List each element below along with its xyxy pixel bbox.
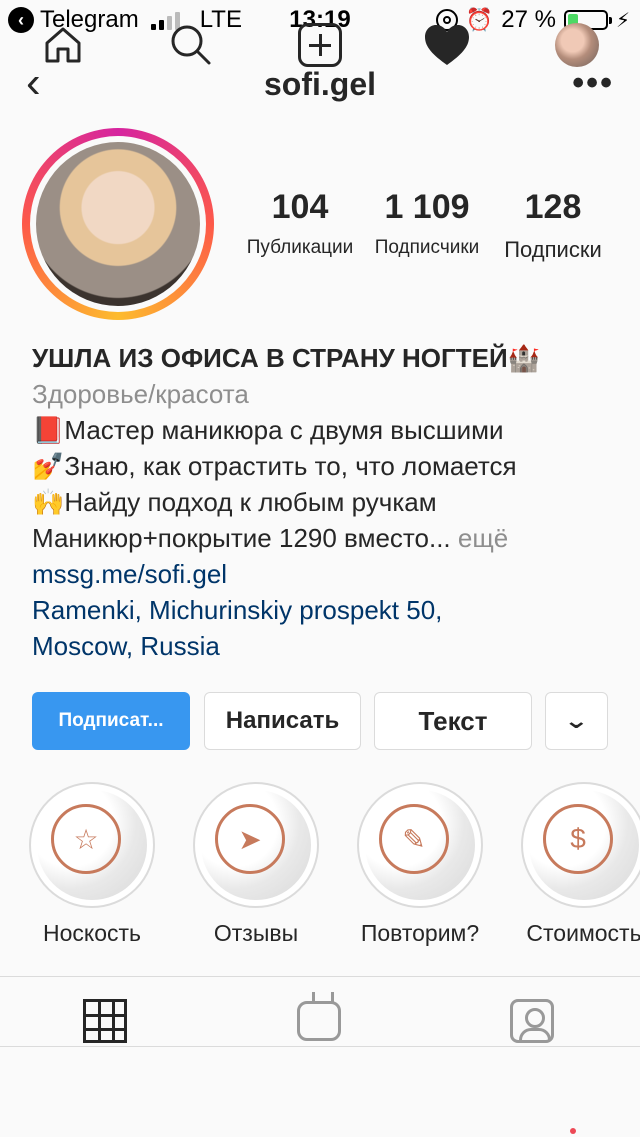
notification-dot: [570, 1128, 576, 1134]
avatar: [555, 23, 599, 67]
nav-profile[interactable]: [552, 20, 602, 70]
nav-activity[interactable]: [422, 20, 472, 70]
bio-line: Маникюр+покрытие 1290 вместо...: [32, 523, 451, 553]
highlight-label: Повторим?: [360, 920, 480, 946]
highlight-item[interactable]: ✎ Повторим?: [345, 782, 495, 947]
home-icon: [45, 27, 81, 63]
divider: [0, 976, 640, 977]
avatar-frame: [30, 136, 206, 312]
igtv-icon: [297, 1001, 341, 1041]
nav-new-post[interactable]: [295, 20, 345, 70]
avatar: [36, 142, 200, 306]
bottom-nav: [0, 1046, 640, 1137]
suggestions-dropdown-button[interactable]: ⌄: [545, 692, 608, 750]
highlight-item[interactable]: ☆ Носкость: [17, 782, 167, 947]
stat-followers[interactable]: 1 109 Подписчики: [368, 188, 486, 259]
highlight-ring: ☆: [29, 782, 155, 908]
bio-line-truncated: Маникюр+покрытие 1290 вместо... ещё: [32, 520, 622, 556]
follow-button[interactable]: Подписат...: [32, 692, 190, 750]
bio-line: 💅Знаю, как отрастить то, что ломается: [32, 451, 517, 481]
tagged-icon: [510, 999, 554, 1043]
address-line-1[interactable]: Ramenki, Michurinskiy prospekt 50,: [32, 592, 622, 628]
highlight-ring: ➤: [193, 782, 319, 908]
nav-home[interactable]: [38, 20, 88, 70]
stat-posts[interactable]: 104 Публикации: [240, 188, 360, 259]
bio-more-link[interactable]: ещё: [458, 523, 508, 553]
grid-icon: [83, 999, 127, 1043]
highlight-label: Отзывы: [213, 920, 299, 946]
highlight-ring: $: [521, 782, 640, 908]
bio-line: 🙌Найду подход к любым ручкам: [32, 487, 437, 517]
chevron-down-icon: ⌄: [563, 708, 590, 733]
plus-icon: [298, 23, 342, 67]
highlight-item[interactable]: $ Стоимость: [509, 782, 640, 947]
money-bag-icon: $: [543, 804, 613, 874]
website-link[interactable]: mssg.me/sofi.gel: [32, 556, 622, 592]
profile-name: УШЛА ИЗ ОФИСА В СТРАНУ НОГТЕЙ🏰: [32, 343, 541, 373]
stat-label: Публикации: [246, 237, 354, 258]
highlight-label: Стоимость: [526, 920, 640, 946]
charging-icon: ⚡: [615, 9, 630, 32]
text-button[interactable]: Текст: [374, 692, 532, 750]
tab-grid[interactable]: [80, 996, 130, 1046]
stat-label: Подписчики: [374, 237, 480, 258]
stat-value: 128: [524, 188, 582, 226]
address-line-2[interactable]: Moscow, Russia: [32, 628, 622, 664]
bio-line: 📕Мастер маникюра с двумя высшими: [32, 415, 504, 445]
profile-bio: УШЛА ИЗ ОФИСА В СТРАНУ НОГТЕЙ🏰 Здоровье/…: [32, 340, 622, 664]
nav-search[interactable]: [166, 20, 216, 70]
stat-value: 1 109: [384, 188, 470, 226]
star-icon: ☆: [51, 804, 121, 874]
message-button[interactable]: Написать: [204, 692, 361, 750]
highlight-item[interactable]: ➤ Отзывы: [181, 782, 331, 947]
avatar-story-ring[interactable]: [22, 128, 214, 320]
tab-tagged[interactable]: [507, 996, 557, 1046]
search-icon: [171, 25, 211, 65]
highlight-ring: ✎: [357, 782, 483, 908]
brush-icon: ✎: [379, 804, 449, 874]
tab-igtv[interactable]: [294, 996, 344, 1046]
stat-following[interactable]: 128 Подписки: [494, 188, 612, 263]
stat-label: Подписки: [504, 237, 602, 262]
send-icon: ➤: [215, 804, 285, 874]
stat-value: 104: [271, 188, 329, 226]
page-title: sofi.gel: [263, 66, 376, 102]
profile-category: Здоровье/красота: [32, 379, 249, 409]
highlight-label: Носкость: [42, 920, 142, 946]
heart-icon: [425, 25, 469, 65]
battery-percent: 27 %: [501, 6, 556, 33]
